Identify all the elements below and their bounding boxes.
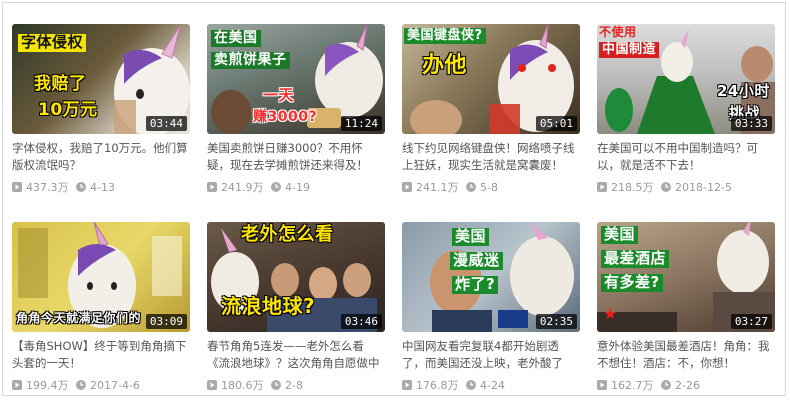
video-grid: 字体侵权 我赔了 10万元 03:44 字体侵权，我赔了10万元。他们算版权流氓… — [12, 24, 775, 394]
video-thumbnail[interactable]: 美国 漫威迷 炸了? 02:35 — [402, 222, 580, 332]
duration-badge: 03:44 — [145, 116, 187, 131]
play-count-icon — [402, 380, 412, 390]
duration-badge: 11:24 — [340, 116, 382, 131]
duration-badge: 03:46 — [340, 314, 382, 329]
upload-date: 2018-12-5 — [675, 180, 732, 194]
thumbnail-caption: 一天 — [263, 86, 295, 104]
thumbnail-caption: 24小时 — [717, 82, 770, 100]
video-meta: 241.9万 4-19 — [207, 179, 385, 195]
view-count: 241.1万 — [416, 181, 459, 194]
duration-badge: 03:27 — [730, 314, 772, 329]
thumbnail-caption: 不使用 — [599, 25, 637, 39]
duration-badge: 03:33 — [730, 116, 772, 131]
thumbnail-caption: 办他 — [422, 53, 468, 78]
video-title[interactable]: 意外体验美国最差酒店！角角：我不想住！酒店：不，你想！ — [597, 338, 775, 372]
view-count: 162.7万 — [611, 379, 654, 392]
thumbnail-caption: 10万元 — [38, 100, 98, 120]
clock-icon — [76, 380, 86, 390]
thumbnail-caption: 字体侵权 — [18, 34, 87, 52]
upload-date: 4-13 — [90, 180, 115, 194]
view-count: 199.4万 — [26, 379, 69, 392]
play-count-icon — [207, 182, 217, 192]
play-count-icon — [402, 182, 412, 192]
thumbnail-caption: 最差酒店 — [601, 250, 670, 268]
play-count-icon — [12, 380, 22, 390]
video-card[interactable]: 老外怎么看 流浪地球? 03:46 春节角角5连发——老外怎么看《流浪地球》？这… — [207, 222, 385, 394]
video-thumbnail[interactable]: 美国键盘侠? 办他 05:01 — [402, 24, 580, 134]
thumbnail-caption: 漫威迷 — [450, 252, 503, 270]
clock-icon — [466, 182, 476, 192]
video-meta: 180.6万 2-8 — [207, 377, 385, 393]
play-count-icon — [597, 380, 607, 390]
clock-icon — [271, 380, 281, 390]
video-title[interactable]: 中国网友看完复联4都开始剧透了，而美国还没上映，老外酸了 — [402, 338, 580, 372]
video-thumbnail[interactable]: 不使用 中国制造 24小时 挑战 03:33 — [597, 24, 775, 134]
view-count: 218.5万 — [611, 181, 654, 194]
clock-icon — [661, 380, 671, 390]
video-card[interactable]: 在美国 卖煎饼果子 一天 赚3000? 11:24 美国卖煎饼日赚3000？不用… — [207, 24, 385, 196]
video-thumbnail[interactable]: 在美国 卖煎饼果子 一天 赚3000? 11:24 — [207, 24, 385, 134]
video-thumbnail[interactable]: 角角今天就满足你们的 03:09 — [12, 222, 190, 332]
clock-icon — [271, 182, 281, 192]
thumbnail-caption: 我赔了 — [34, 74, 87, 94]
clock-icon — [76, 182, 86, 192]
video-meta: 199.4万 2017-4-6 — [12, 377, 190, 393]
upload-date: 5-8 — [480, 180, 498, 194]
video-thumbnail[interactable]: 美国 最差酒店 有多差? ★ 03:27 — [597, 222, 775, 332]
video-thumbnail[interactable]: 字体侵权 我赔了 10万元 03:44 — [12, 24, 190, 134]
duration-badge: 03:09 — [145, 314, 187, 329]
clock-icon — [466, 380, 476, 390]
upload-date: 2-26 — [675, 378, 700, 392]
thumbnail-caption: 角角今天就满足你们的 — [16, 311, 142, 325]
clock-icon — [661, 182, 671, 192]
star-rating: ★ — [603, 304, 620, 323]
thumbnail-caption: 炸了? — [452, 276, 499, 294]
duration-badge: 05:01 — [535, 116, 577, 131]
thumbnail-caption: 美国 — [601, 226, 639, 244]
view-count: 176.8万 — [416, 379, 459, 392]
video-meta: 176.8万 4-24 — [402, 377, 580, 393]
video-meta: 241.1万 5-8 — [402, 179, 580, 195]
play-count-icon — [207, 380, 217, 390]
video-title[interactable]: 春节角角5连发——老外怎么看《流浪地球》？这次角角自愿做中国电 — [207, 338, 385, 372]
thumbnail-caption: 美国 — [452, 228, 490, 246]
video-card[interactable]: 美国 最差酒店 有多差? ★ 03:27 意外体验美国最差酒店！角角：我不想住！… — [597, 222, 775, 394]
thumbnail-caption: 有多差? — [601, 274, 663, 292]
thumbnail-caption: 流浪地球? — [221, 294, 316, 318]
video-title[interactable]: 在美国可以不用中国制造吗？可以，就是活不下去！ — [597, 140, 775, 174]
video-title[interactable]: 字体侵权，我赔了10万元。他们算版权流氓吗？ — [12, 140, 190, 174]
video-title[interactable]: 【毒角SHOW】终于等到角角摘下头套的一天！ — [12, 338, 190, 372]
video-card[interactable]: 角角今天就满足你们的 03:09 【毒角SHOW】终于等到角角摘下头套的一天！ … — [12, 222, 190, 394]
view-count: 437.3万 — [26, 181, 69, 194]
video-title[interactable]: 美国卖煎饼日赚3000？不用怀疑，现在去学摊煎饼还来得及！ — [207, 140, 385, 174]
video-meta: 437.3万 4-13 — [12, 179, 190, 195]
upload-date: 4-19 — [285, 180, 310, 194]
video-card[interactable]: 不使用 中国制造 24小时 挑战 03:33 在美国可以不用中国制造吗？可以，就… — [597, 24, 775, 196]
video-thumbnail[interactable]: 老外怎么看 流浪地球? 03:46 — [207, 222, 385, 332]
upload-date: 2-8 — [285, 378, 303, 392]
video-card[interactable]: 美国 漫威迷 炸了? 02:35 中国网友看完复联4都开始剧透了，而美国还没上映… — [402, 222, 580, 394]
thumbnail-caption: 老外怎么看 — [241, 224, 334, 245]
video-card[interactable]: 字体侵权 我赔了 10万元 03:44 字体侵权，我赔了10万元。他们算版权流氓… — [12, 24, 190, 196]
thumbnail-caption: 卖煎饼果子 — [211, 52, 290, 69]
video-card[interactable]: 美国键盘侠? 办他 05:01 线下约见网络键盘侠！网络喷子线上狂妖，现实生活就… — [402, 24, 580, 196]
thumbnail-caption: 中国制造 — [599, 42, 660, 58]
upload-date: 2017-4-6 — [90, 378, 140, 392]
video-meta: 218.5万 2018-12-5 — [597, 179, 775, 195]
video-meta: 162.7万 2-26 — [597, 377, 775, 393]
upload-date: 4-24 — [480, 378, 505, 392]
thumbnail-caption: 美国键盘侠? — [404, 28, 486, 44]
play-count-icon — [12, 182, 22, 192]
video-title[interactable]: 线下约见网络键盘侠！网络喷子线上狂妖，现实生活就是窝囊废！ — [402, 140, 580, 174]
thumbnail-caption: 在美国 — [211, 30, 261, 47]
view-count: 241.9万 — [221, 181, 264, 194]
thumbnail-caption: 赚3000? — [253, 109, 318, 125]
view-count: 180.6万 — [221, 379, 264, 392]
duration-badge: 02:35 — [535, 314, 577, 329]
play-count-icon — [597, 182, 607, 192]
